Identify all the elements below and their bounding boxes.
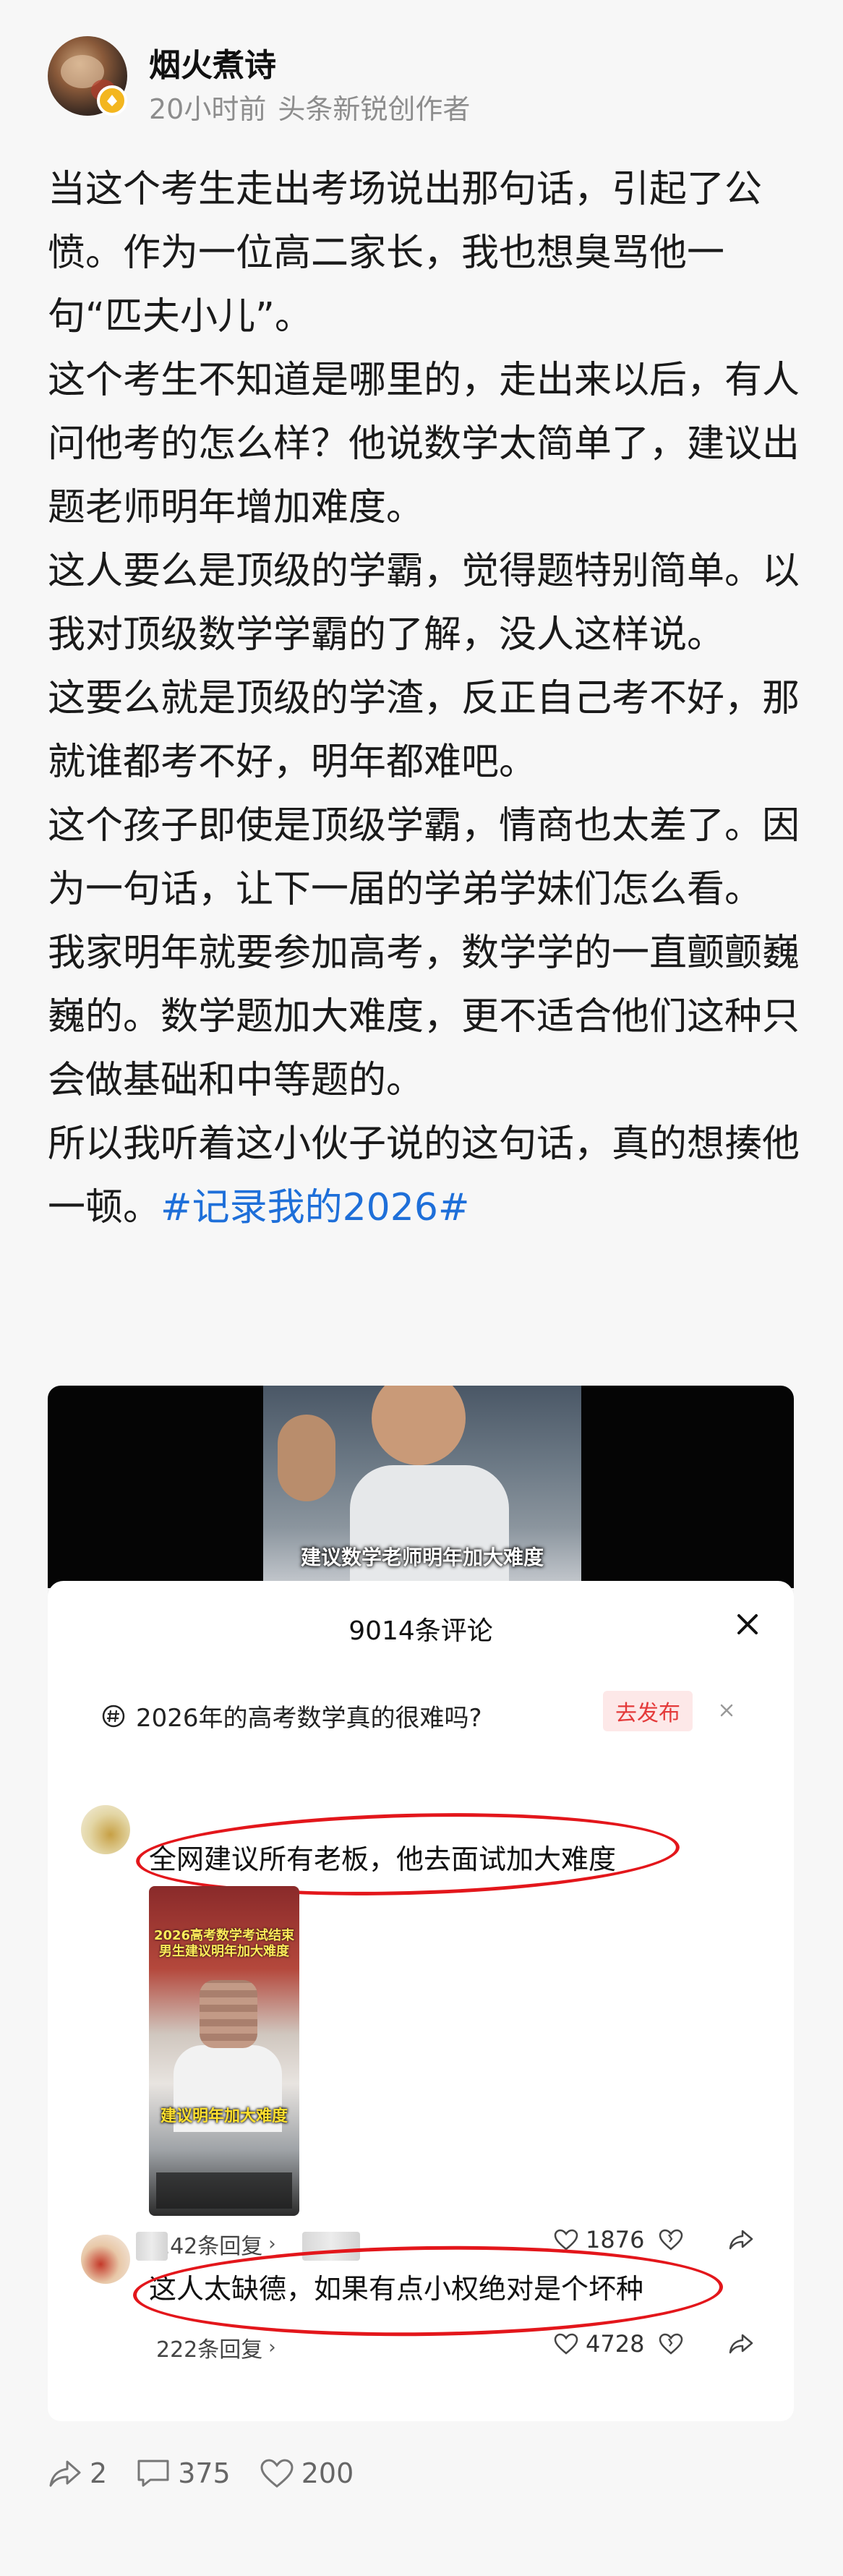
post-action-bar: 2 375 200 [48, 2444, 382, 2502]
comment-actions: 1876 [554, 2226, 754, 2253]
like-count: 4728 [586, 2330, 645, 2358]
topic-row: 2026年的高考数学真的很难吗? [101, 1698, 482, 1733]
share-count: 2 [90, 2457, 108, 2489]
share-icon [729, 2334, 753, 2354]
replies-count: 222条回复 [156, 2337, 263, 2363]
comment-count: 375 [178, 2457, 231, 2489]
video-frame: 建议数学老师明年加大难度 [263, 1386, 581, 1588]
blurred-face [200, 1980, 257, 2048]
author-header: 烟火煮诗 20小时前 头条新锐创作者 [48, 36, 800, 130]
chevron-right-icon: › [268, 2337, 276, 2358]
replies-link: 142条回复 › [156, 2228, 276, 2260]
post-paragraph: 这个孩子即使是顶级学霸，情商也太差了。因为一句话，让下一届的学弟学妹们怎么看。 [48, 804, 800, 911]
thumb-title: 2026高考数学考试结束 男生建议明年加大难度 [153, 1928, 295, 1959]
share-icon [49, 2460, 81, 2487]
post-paragraph: 这要么就是顶级的学渣，反正自己考不好，那就谁都考不好，明年都难吧。 [48, 677, 800, 784]
heart-icon [554, 2333, 578, 2355]
like-count: 200 [301, 2457, 354, 2489]
dislike-icon [659, 2333, 683, 2355]
chevron-right-icon: › [268, 2233, 276, 2255]
comments-title: 9014条评论 [348, 1616, 493, 1646]
like-count: 1876 [586, 2226, 645, 2253]
close-icon [720, 1704, 733, 1717]
comment-actions: 4728 [554, 2330, 754, 2358]
embedded-screenshot[interactable]: 建议数学老师明年加大难度 9014条评论 2026年的高考数学真的很难吗? 去发… [48, 1386, 794, 2421]
comments-sheet: 9014条评论 2026年的高考数学真的很难吗? 去发布 全网建议所有老板，他去… [48, 1581, 794, 2421]
author-tag: 头条新锐创作者 [278, 93, 471, 125]
share-icon [729, 2230, 753, 2250]
commenter-avatar [81, 1805, 130, 1854]
video-preview: 建议数学老师明年加大难度 [48, 1386, 794, 1588]
post-paragraph: 我家明年就要参加高考，数学学的一直颤颤巍巍的。数学题加大难度，更不适合他们这种只… [48, 931, 800, 1102]
creator-badge-icon [97, 85, 127, 116]
post-paragraph: 当这个考生走出考场说出那句话，引起了公愤。作为一位高二家长，我也想臭骂他一句“匹… [48, 168, 763, 338]
author-name[interactable]: 烟火煮诗 [149, 39, 276, 85]
topic-text: 2026年的高考数学真的很难吗? [136, 1704, 482, 1733]
heart-icon [554, 2229, 578, 2251]
comment-button[interactable]: 375 [136, 2457, 231, 2489]
comment-icon [137, 2460, 169, 2487]
post-paragraph: 这人要么是顶级的学霸，觉得题特别简单。以我对顶级数学学霸的了解，没人这样说。 [48, 550, 800, 657]
thumb-caption: 建议明年加大难度 [160, 2107, 288, 2125]
video-caption: 建议数学老师明年加大难度 [300, 1545, 544, 1569]
like-button[interactable]: 200 [260, 2457, 354, 2489]
post-paragraph-last: 所以我听着这小伙子说的这句话，真的想揍他一顿。#记录我的2026# [48, 1112, 800, 1240]
comment-image: 2026高考数学考试结束 男生建议明年加大难度 建议明年加大难度 [149, 1886, 299, 2216]
post-time: 20小时前 [149, 93, 267, 125]
heart-icon [260, 2459, 294, 2488]
post-body: 当这个考生走出考场说出那句话，引起了公愤。作为一位高二家长，我也想臭骂他一句“匹… [48, 158, 800, 1240]
commenter-avatar [81, 2235, 130, 2284]
share-button[interactable]: 2 [48, 2457, 107, 2489]
topic-hash-icon [102, 1705, 125, 1727]
replies-link: 222条回复 › [156, 2332, 276, 2363]
commenter-name-redacted [136, 2232, 168, 2261]
publish-button: 去发布 [603, 1691, 693, 1731]
post-paragraph: 这个考生不知道是哪里的，走出来以后，有人问他考的怎么样？他说数学太简单了，建议出… [48, 359, 800, 529]
dislike-icon [659, 2229, 683, 2251]
hashtag-link[interactable]: #记录我的2026# [161, 1186, 469, 1229]
close-icon [737, 1614, 758, 1634]
author-meta: 20小时前 头条新锐创作者 [149, 87, 482, 127]
replies-count: 142条回复 [156, 2234, 263, 2259]
